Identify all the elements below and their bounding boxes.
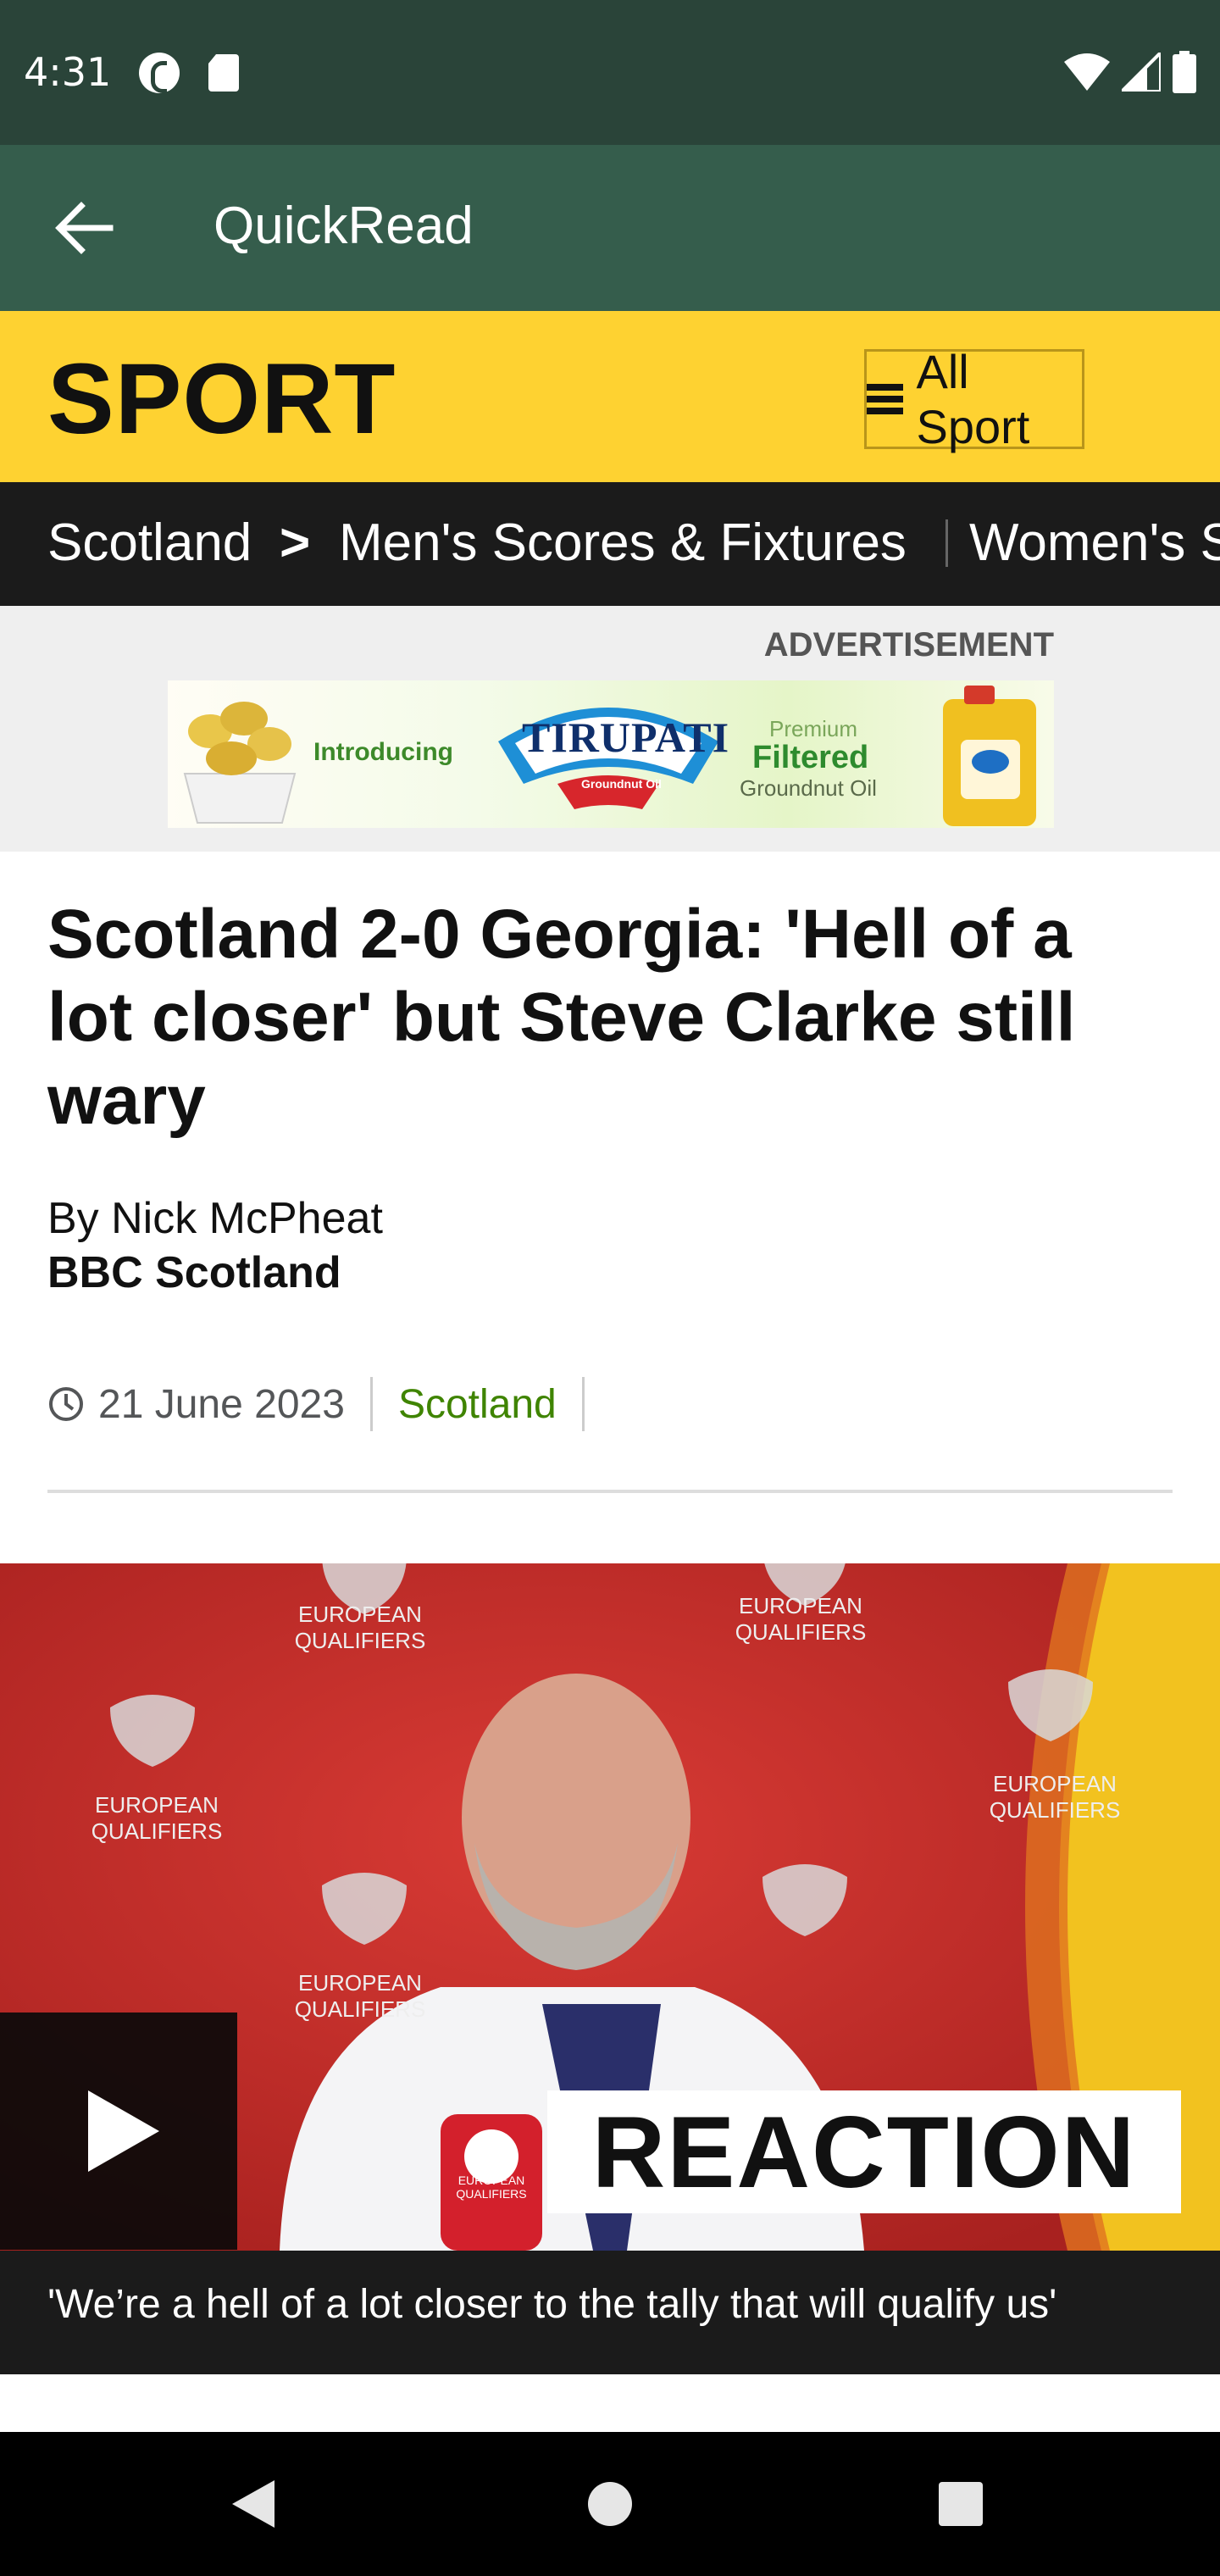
play-button[interactable] [0,2012,237,2250]
ad-groundnut: Groundnut Oil [740,775,877,801]
content-gap [0,2374,1220,2432]
article-date: 21 June 2023 [98,1381,345,1427]
article-headline: Scotland 2-0 Georgia: 'Hell of a lot clo… [47,896,1076,1139]
reaction-badge: REACTION [547,2090,1181,2213]
byline-author: By Nick McPheat [47,1194,383,1243]
ad-introducing: Introducing [313,738,453,766]
ad-brand-sub: Groundnut Oil [581,777,662,791]
ad-premium: Premium [769,716,858,741]
video-caption: 'We’re a hell of a lot closer to the tal… [0,2251,1220,2374]
meta-divider [581,1377,585,1431]
all-sport-label: All Sport [916,345,1030,453]
c-badge-icon [139,53,180,93]
play-icon [88,2090,159,2172]
chevron-right-icon: > [280,514,311,572]
clock-icon [49,1387,83,1421]
nav-item-womens[interactable]: Women's S [969,513,1220,573]
system-nav-bar [0,2432,1220,2576]
backdrop-label: EUROPEAN QUALIFIERS [91,1792,223,1844]
ad-area: ADVERTISEMENT Introducing TIRUPATI Groun… [0,606,1220,852]
topic-link[interactable]: Scotland [398,1381,557,1428]
wifi-icon [1064,53,1110,91]
nav-item-mens-scores[interactable]: Men's Scores & Fixtures [339,513,907,573]
arrow-back-icon[interactable] [51,197,119,258]
sd-card-icon [208,54,239,92]
battery-icon [1173,51,1196,93]
app-title: QuickRead [214,197,474,255]
oil-can-image [943,686,1036,826]
sport-header: SPORT All Sport [0,311,1220,482]
backdrop-label: EUROPEAN QUALIFIERS [294,1970,426,2022]
backdrop-label: EUROPEAN QUALIFIERS [989,1771,1121,1823]
recents-square-icon[interactable] [937,2480,984,2528]
ad-banner[interactable]: Introducing TIRUPATI Groundnut Oil Premi… [168,680,1054,828]
snack-image [183,702,297,824]
status-right-icons [1064,51,1196,93]
nav-item-scotland[interactable]: Scotland [47,513,252,573]
signal-icon [1122,53,1161,92]
article-meta: 21 June 2023 Scotland [47,1376,610,1432]
meta-divider [369,1377,373,1431]
all-sport-button[interactable]: All Sport [864,345,1084,453]
byline-org: BBC Scotland [47,1248,341,1297]
divider [47,1490,1173,1493]
nav-divider [946,519,948,567]
back-triangle-icon[interactable] [229,2479,280,2529]
backdrop-label: EUROPEAN QUALIFIERS [294,1602,426,1653]
status-bar: 4:31 [0,0,1220,145]
sport-logo[interactable]: SPORT [47,341,396,457]
ad-filtered: Filtered [752,740,869,775]
menu-icon [867,384,903,414]
ad-label: ADVERTISEMENT [763,626,1054,663]
app-bar: QuickRead [0,145,1220,311]
section-nav: Scotland > Men's Scores & Fixtures Women… [0,482,1220,606]
ad-brand: TIRUPATI [522,713,730,761]
mic-label: EUROPEAN QUALIFIERS [456,2174,527,2201]
backdrop-label: EUROPEAN QUALIFIERS [735,1593,867,1645]
status-time: 4:31 [24,49,112,95]
byline: By Nick McPheat BBC Scotland [47,1193,383,1298]
home-circle-icon[interactable] [586,2480,634,2528]
